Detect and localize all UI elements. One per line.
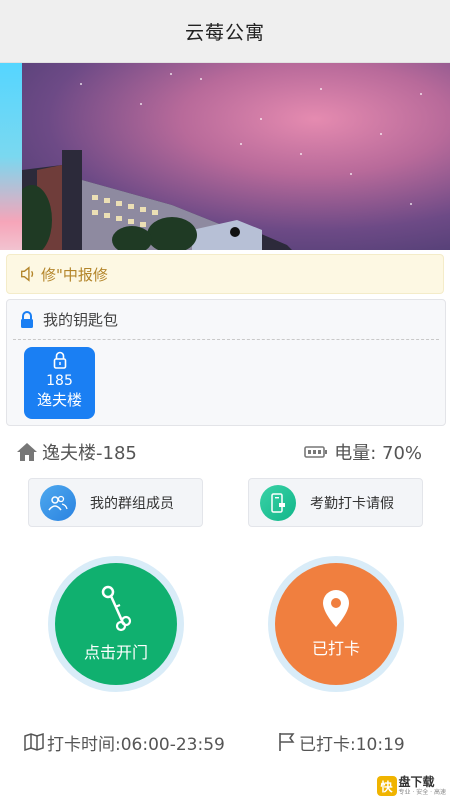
page-title: 云莓公寓 [184,21,265,44]
open-door-label: 点击开门 [83,643,148,662]
attendance-leave-button[interactable]: 考勤打卡请假 [248,478,423,527]
key-card-building: 逸夫楼 [36,391,82,409]
speaker-icon [21,266,34,282]
room-label: 逸夫楼-185 [42,443,137,464]
group-members-button[interactable]: 我的群组成员 [28,478,203,527]
checked-in-inner: 已打卡 [275,563,397,685]
battery-info: 电量: 70% [304,438,422,466]
checked-in-button[interactable]: 已打卡 [268,556,404,692]
attendance-icon [260,484,296,521]
open-door-inner: 点击开门 [55,563,177,685]
key-wallet-panel: 我的钥匙包 185 逸夫楼 [6,299,446,426]
carousel-indicator-dot[interactable] [230,227,240,237]
location-pin-icon [323,590,349,627]
notice-bar[interactable]: 修"中报修 [6,254,444,294]
home-icon [17,443,37,461]
room-status-line: 逸夫楼-185 电量: 70% [0,438,450,466]
watermark-logo: 快 盘下载 专业 · 安全 · 高速 [376,775,446,797]
key-card[interactable]: 185 逸夫楼 [24,347,95,419]
checkin-time-window: 打卡时间:06:00-23:59 [24,728,225,756]
key-wallet-header: 我的钥匙包 [13,300,439,340]
lock-icon [53,351,66,369]
group-icon [40,484,76,521]
group-members-label: 我的群组成员 [90,495,174,512]
battery-icon [304,446,328,458]
watermark-text: 盘下载 专业 · 安全 · 高速 [398,775,446,797]
open-door-button[interactable]: 点击开门 [48,556,184,692]
title-bar: 云莓公寓 [0,0,450,63]
checked-in-label: 已打卡 [311,639,360,658]
watermark-subtitle: 专业 · 安全 · 高速 [398,789,446,796]
checked-at-label: 已打卡:10:19 [299,734,405,755]
map-icon [24,732,44,752]
watermark-title: 盘下载 [398,775,435,789]
flag-icon [279,733,295,751]
banner-carousel[interactable] [0,63,450,250]
lock-icon [21,310,33,328]
key-card-room: 185 [46,373,73,389]
room-info: 逸夫楼-185 [16,438,137,466]
watermark-mark: 快 [376,776,397,796]
building-image [22,150,292,250]
notice-text: 修"中报修 [41,265,108,284]
checkin-info-line: 打卡时间:06:00-23:59 已打卡:10:19 [0,728,450,756]
battery-label: 电量: 70% [334,443,422,464]
key-icon [101,585,132,632]
checked-at-info: 已打卡:10:19 [278,728,405,756]
attendance-leave-label: 考勤打卡请假 [310,495,394,512]
key-wallet-title: 我的钥匙包 [43,311,119,329]
checkin-time-label: 打卡时间:06:00-23:59 [47,734,225,755]
